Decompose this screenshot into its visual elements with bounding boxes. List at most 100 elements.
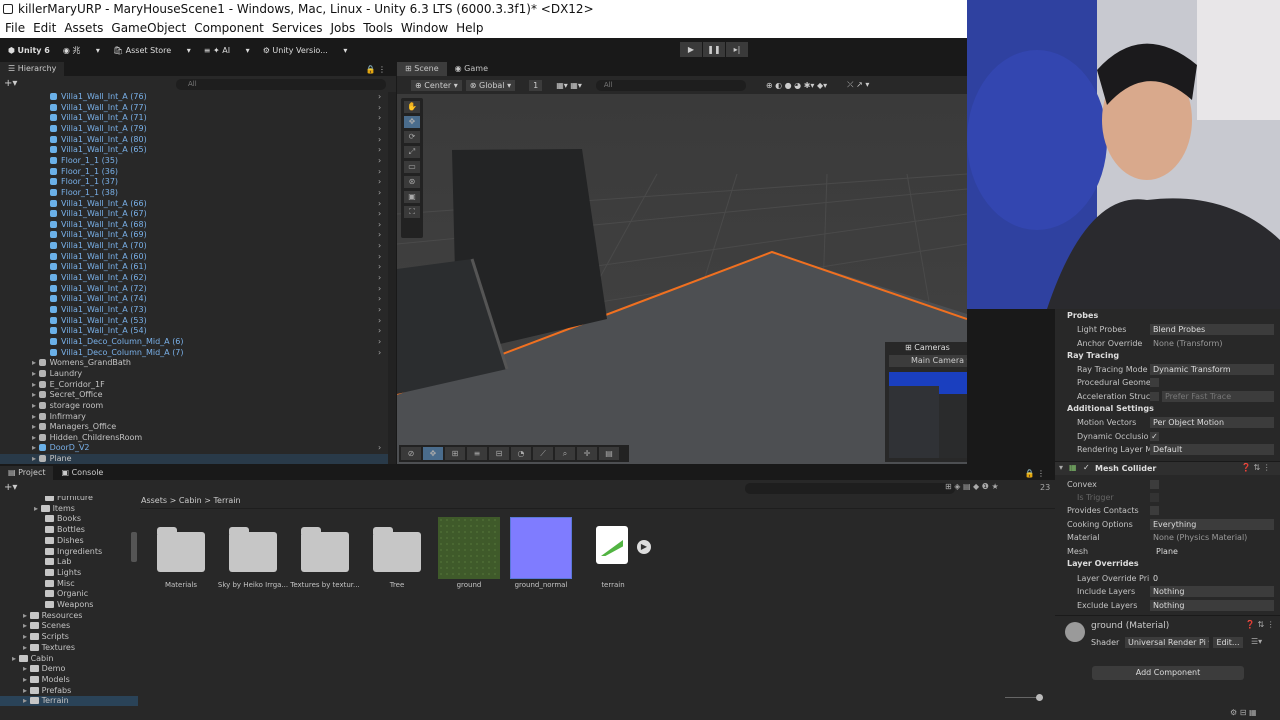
grid-icon[interactable]: ▦▾ ▦▾ [556,81,582,90]
open-prefab-icon[interactable]: › [378,262,381,271]
hierarchy-row[interactable]: ▸ E_Corridor_1F [32,380,105,391]
collapse-icon[interactable]: ▾ [1059,463,1063,472]
expand-arrow-icon[interactable]: ▸ [32,454,39,463]
open-prefab-icon[interactable]: › [378,167,381,176]
expand-arrow-icon[interactable]: ▸ [32,390,39,399]
open-prefab-icon[interactable]: › [378,348,381,357]
hierarchy-row[interactable]: ▸ Secret_Office [32,390,102,401]
project-tree-item[interactable]: Organic [45,589,88,600]
open-prefab-icon[interactable]: › [378,294,381,303]
camera-tool-icon[interactable]: ⛶ [404,206,420,218]
hierarchy-row[interactable]: Villa1_Deco_Column_Mid_A (7) [50,348,184,359]
dynamic-occlusion-checkbox[interactable]: ✓ [1150,432,1159,441]
tab-hierarchy[interactable]: ☰ Hierarchy [0,62,65,76]
project-tree-item[interactable]: Dishes [45,536,84,547]
procedural-geometry-checkbox[interactable] [1150,378,1159,387]
menu-tools[interactable]: Tools [363,19,393,38]
menu-window[interactable]: Window [401,19,448,38]
terrain-data-icon[interactable] [596,526,628,564]
open-prefab-icon[interactable]: › [378,135,381,144]
project-tree-item[interactable]: ▸ Textures [23,643,75,654]
grid-tool-icon[interactable]: ⊞ [445,447,465,460]
expand-arrow-icon[interactable]: ▸ [32,412,39,421]
open-prefab-icon[interactable]: › [378,305,381,314]
hierarchy-row[interactable]: Villa1_Wall_Int_A (80) [50,135,147,146]
hierarchy-row[interactable]: Villa1_Wall_Int_A (53) [50,316,147,327]
account-button[interactable]: ◉ 兆 ▾ [63,45,100,56]
menu-jobs[interactable]: Jobs [331,19,356,38]
open-prefab-icon[interactable]: › [378,92,381,101]
layer-priority-field[interactable]: 0 [1150,573,1274,584]
component-menu-icon[interactable]: ❓ ⇅ ⋮ [1241,463,1271,472]
transform-tool-icon[interactable]: ⊛ [404,176,420,188]
breadcrumb-assets[interactable]: Assets [141,496,167,505]
zoom-slider-handle[interactable] [1036,694,1043,701]
open-prefab-icon[interactable]: › [378,209,381,218]
scene-viewport[interactable] [397,94,967,464]
include-layers-dropdown[interactable]: Nothing [1150,586,1274,597]
hierarchy-row[interactable]: Villa1_Wall_Int_A (74) [50,294,147,305]
expand-arrow-icon[interactable]: ▸ [32,433,39,442]
open-prefab-icon[interactable]: › [378,337,381,346]
hierarchy-row[interactable]: ▸ Hidden_ChildrensRoom [32,433,142,444]
expand-arrow-icon[interactable]: ▸ [32,443,39,452]
project-tree-item[interactable]: Lights [45,568,81,579]
hierarchy-row[interactable]: ▸ DoorD_V2 [32,443,90,454]
rotate-icon[interactable]: ◔ [511,447,531,460]
snap-icon[interactable]: ⊟ [489,447,509,460]
hierarchy-row[interactable]: Villa1_Wall_Int_A (60) [50,252,147,263]
add-component-button[interactable]: Add Component [1092,666,1244,680]
version-control-button[interactable]: ⚙ Unity Versio... ▾ [263,46,348,55]
hierarchy-row[interactable]: ▸ Plane [32,454,72,464]
scene-view[interactable]: ⊞ Scene ◉ Game ⊕ Center ▾ ⊗ Global ▾ 1 ▦… [397,62,967,464]
hierarchy-row[interactable]: ▸ Laundry [32,369,82,380]
asset-label-materials[interactable]: Materials [143,581,219,589]
tree-expand-icon[interactable]: ▸ [23,611,30,620]
acceleration-checkbox[interactable] [1150,392,1159,401]
rendering-layer-dropdown[interactable]: Default [1150,444,1274,455]
menu-help[interactable]: Help [456,19,483,38]
frame-icon[interactable]: ▤ [599,447,619,460]
zoom-icon[interactable]: ⌕ [555,447,575,460]
folder-materials-icon[interactable] [157,527,205,572]
project-tree-item[interactable]: ▸ Scenes [23,621,70,632]
tree-expand-icon[interactable]: ▸ [23,632,30,641]
project-tree-item[interactable]: Misc [45,579,75,590]
open-prefab-icon[interactable]: › [378,230,381,239]
asset-label-terrain[interactable]: terrain [575,581,651,589]
status-bar-icons[interactable]: ⚙ ⊟ ▦ [1230,708,1257,717]
add-object-button[interactable]: +▾ [4,78,17,89]
tree-expand-icon[interactable]: ▸ [23,686,30,695]
expand-arrow-icon[interactable]: ▸ [32,358,39,367]
hierarchy-row[interactable]: Villa1_Wall_Int_A (79) [50,124,147,135]
mesh-collider-header[interactable]: ▾ ▦ ✓ Mesh Collider ❓ ⇅ ⋮ [1055,461,1280,475]
asset-label-tree[interactable]: Tree [359,581,435,589]
project-tree-item[interactable]: ▸ Prefabs [23,686,71,697]
move-icon[interactable]: ✥ [423,447,443,460]
open-prefab-icon[interactable]: › [378,326,381,335]
project-tree-item[interactable]: ▸ Cabin [12,654,53,665]
ground-normal-thumbnail[interactable] [510,517,572,579]
open-prefab-icon[interactable]: › [378,199,381,208]
cooking-options-dropdown[interactable]: Everything [1150,519,1274,530]
tab-game[interactable]: ◉ Game [446,62,496,76]
ray-tracing-mode-dropdown[interactable]: Dynamic Transform [1150,364,1274,375]
hierarchy-row[interactable]: ▸ Managers_Office [32,422,116,433]
physics-material-field[interactable]: None (Physics Material) [1150,532,1274,543]
expand-asset-icon[interactable]: ▶ [637,540,651,554]
mesh-collider-enable-checkbox[interactable]: ✓ [1083,463,1090,472]
expand-arrow-icon[interactable]: ▸ [32,380,39,389]
tab-project[interactable]: ▤ Project [0,466,54,480]
rect-tool-icon[interactable]: ▭ [404,161,420,173]
open-prefab-icon[interactable]: › [378,273,381,282]
pause-button[interactable]: ❚❚ [703,42,725,57]
expand-arrow-icon[interactable]: ▸ [32,401,39,410]
provides-contacts-checkbox[interactable] [1150,506,1159,515]
hierarchy-row[interactable]: Floor_1_1 (35) [50,156,118,167]
hierarchy-row[interactable]: Villa1_Wall_Int_A (77) [50,103,147,114]
breadcrumb-terrain[interactable]: Terrain [214,496,241,505]
hierarchy-row[interactable]: Villa1_Wall_Int_A (67) [50,209,147,220]
hierarchy-row[interactable]: ▸ storage room [32,401,103,412]
project-tree-item[interactable]: Weapons [45,600,93,611]
hand-tool-icon[interactable]: ✋ [404,101,420,113]
